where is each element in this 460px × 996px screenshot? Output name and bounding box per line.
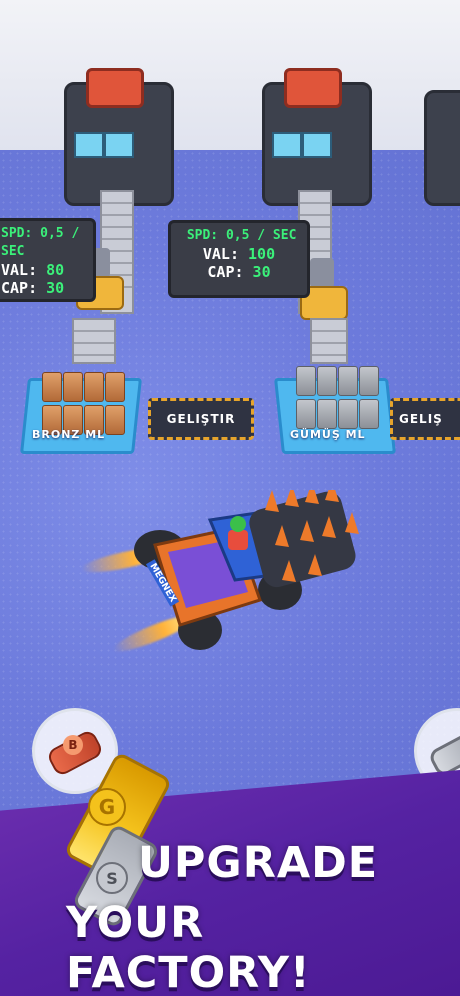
speed-value: SPD: 0,5 / SEC (1, 226, 80, 259)
value-label: VAL: (1, 261, 38, 279)
headline-line-2: YOUR FACTORY! (66, 898, 311, 996)
vehicle-body (134, 490, 359, 650)
hopper-icon (86, 68, 144, 108)
capacity-number: 30 (252, 263, 271, 281)
hopper-icon (284, 68, 342, 108)
game-scene: SPD: 0,5 / SEC VAL: 80 CAP: 30 SPD: 0,5 … (0, 0, 460, 996)
speed-value: SPD: 0,5 / SEC (186, 228, 297, 243)
value-number: 80 (46, 261, 65, 279)
upgrade-pad-label: GELIŞTIR (166, 412, 236, 426)
bronze-letter: B (63, 735, 83, 755)
capacity-label: CAP: (1, 279, 38, 297)
silver-bar-stack (296, 366, 379, 429)
player-harvester-vehicle[interactable]: MEGNEX (60, 490, 360, 680)
stats-sign-2: SPD: 0,5 / SEC VAL: 100 CAP: 30 (168, 220, 310, 298)
conveyor-belt-1b (72, 318, 116, 364)
production-machine-3[interactable] (424, 90, 460, 210)
value-label: VAL: (202, 245, 239, 263)
stats-sign-1: SPD: 0,5 / SEC VAL: 80 CAP: 30 (0, 218, 96, 302)
bronze-pad-label: BRONZ ML (32, 428, 106, 441)
bronze-bar-stack (42, 372, 125, 435)
gold-letter: G (88, 788, 126, 826)
conveyor-belt-2b (310, 318, 348, 364)
silver-letter: S (96, 862, 128, 894)
silver-pad-label: GÜMÜŞ ML (290, 428, 366, 441)
capacity-label: CAP: (207, 263, 244, 281)
upgrade-pad-2[interactable]: GELIŞ (390, 398, 460, 440)
value-number: 100 (248, 245, 276, 263)
headline-line-1: UPGRADE (138, 838, 379, 888)
upgrade-pad-label: GELIŞ (399, 412, 443, 426)
upgrade-pad-1[interactable]: GELIŞTIR (148, 398, 254, 440)
capacity-number: 30 (46, 279, 65, 297)
